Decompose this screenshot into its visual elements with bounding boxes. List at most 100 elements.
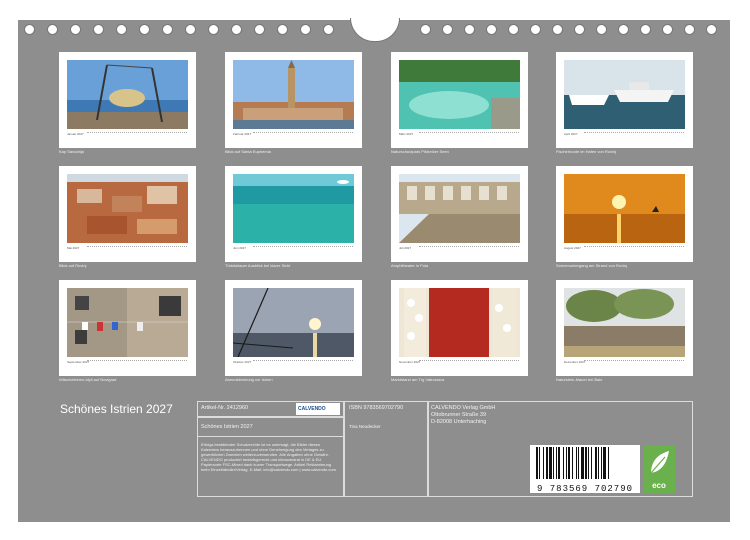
barcode-bar bbox=[608, 447, 609, 479]
caption-july: Amphitheater in Pula bbox=[391, 263, 429, 268]
binding-hole bbox=[116, 24, 127, 35]
barcode-bar bbox=[598, 447, 599, 479]
stone-wall-olive-image bbox=[564, 288, 685, 357]
leaf-icon bbox=[650, 451, 669, 474]
photo-june bbox=[233, 174, 354, 243]
binding-hole bbox=[70, 24, 81, 35]
caption-august: Sonnenuntergang am Strand von Rovinj bbox=[556, 263, 628, 268]
seaside-installation-image bbox=[67, 60, 188, 129]
photo-july bbox=[399, 174, 520, 243]
month-thumbnail-november: November 2027 bbox=[391, 280, 528, 376]
month-thumbnail-september: September 2027 bbox=[59, 280, 196, 376]
barcode-bar bbox=[566, 447, 567, 479]
green-lake-image bbox=[399, 60, 520, 129]
binding-hole bbox=[486, 24, 497, 35]
day-grid bbox=[87, 246, 187, 249]
month-thumbnail-october: Oktober 2027 bbox=[225, 280, 362, 376]
binding-hole bbox=[662, 24, 673, 35]
photo-march bbox=[399, 60, 520, 129]
month-label: Februar 2027 bbox=[233, 132, 252, 136]
barcode-bar bbox=[581, 447, 584, 479]
binding-hole bbox=[185, 24, 196, 35]
evening-sail-image bbox=[233, 288, 354, 357]
photo-april bbox=[564, 60, 685, 129]
caption-november: Marktstand am Trg Vatroslava bbox=[391, 377, 445, 382]
month-thumbnail-march: März 2027 bbox=[391, 52, 528, 148]
caption-february: Blick auf Santa Euphemia bbox=[225, 149, 271, 154]
photo-august bbox=[564, 174, 685, 243]
binding-hole bbox=[464, 24, 475, 35]
rooftops-image bbox=[67, 174, 188, 243]
publisher-name: CALVENDO Verlag GmbH bbox=[431, 405, 496, 411]
binding-hole bbox=[552, 24, 563, 35]
barcode-bar bbox=[558, 447, 560, 479]
month-label: April 2027 bbox=[564, 132, 578, 136]
day-grid bbox=[419, 360, 519, 363]
laundry-house-image bbox=[67, 288, 188, 357]
month-thumbnail-june: Juni 2027 bbox=[225, 166, 362, 262]
day-grid bbox=[584, 132, 684, 135]
barcode-bar bbox=[549, 447, 552, 479]
day-grid bbox=[253, 246, 353, 249]
binding-hole bbox=[618, 24, 629, 35]
month-thumbnail-february: Februar 2027 bbox=[225, 52, 362, 148]
calvendo-logo: CALVENDO bbox=[296, 403, 340, 415]
month-label: September 2027 bbox=[67, 360, 90, 364]
caption-october: Abendstimmung vor Istrien bbox=[225, 377, 273, 382]
month-thumbnail-december: Dezember 2027 bbox=[556, 280, 693, 376]
caption-september: Wäscheleinen-Idyll auf Novigrad bbox=[59, 377, 117, 382]
month-label: März 2027 bbox=[399, 132, 414, 136]
eco-label: eco bbox=[652, 481, 666, 490]
binding-hole bbox=[684, 24, 695, 35]
barcode-bar bbox=[553, 447, 554, 479]
barcode-bar bbox=[572, 447, 573, 479]
binding-hole bbox=[420, 24, 431, 35]
garlic-chili-market-image bbox=[399, 288, 520, 357]
binding-hole bbox=[47, 24, 58, 35]
day-grid bbox=[253, 132, 353, 135]
barcode-bar bbox=[585, 447, 587, 479]
barcode-bar bbox=[591, 447, 592, 479]
turquoise-sea-image bbox=[233, 174, 354, 243]
barcode-bar bbox=[568, 447, 570, 479]
month-label: Oktober 2027 bbox=[233, 360, 252, 364]
binding-hole bbox=[596, 24, 607, 35]
binding-hole bbox=[24, 24, 35, 35]
day-grid bbox=[87, 132, 187, 135]
caption-june: Türkisblauer Ausblick bei klarer Sicht bbox=[225, 263, 291, 268]
month-label: Mai 2027 bbox=[67, 246, 80, 250]
month-label: Juli 2027 bbox=[399, 246, 412, 250]
barcode-bar bbox=[556, 447, 557, 479]
barcode-number: 9 783569 702790 bbox=[536, 484, 633, 494]
publisher-city: D-82008 Unterhaching bbox=[431, 419, 487, 425]
month-thumbnail-may: Mai 2027 bbox=[59, 166, 196, 262]
day-grid bbox=[584, 246, 684, 249]
barcode-bar bbox=[603, 447, 606, 479]
caption-april: Fischerboote im Hafen von Rovinj bbox=[556, 149, 617, 154]
photo-september bbox=[67, 288, 188, 357]
photo-november bbox=[399, 288, 520, 357]
barcode-bar bbox=[546, 447, 548, 479]
barcode-bar bbox=[588, 447, 589, 479]
calendar-title: Schönes Istrien 2027 bbox=[60, 402, 173, 416]
barcode-bar bbox=[539, 447, 540, 479]
photo-january bbox=[67, 60, 188, 129]
binding-hole bbox=[574, 24, 585, 35]
binding-hole bbox=[323, 24, 334, 35]
binding-hole bbox=[442, 24, 453, 35]
binding-hole bbox=[277, 24, 288, 35]
binding-hole bbox=[706, 24, 717, 35]
photo-october bbox=[233, 288, 354, 357]
month-label: Dezember 2027 bbox=[564, 360, 586, 364]
photo-february bbox=[233, 60, 354, 129]
isbn-box bbox=[344, 401, 428, 497]
binding-hole bbox=[208, 24, 219, 35]
barcode-bar bbox=[563, 447, 564, 479]
month-thumbnail-january: Januar 2027 bbox=[59, 52, 196, 148]
barcode-bar bbox=[536, 447, 538, 479]
month-thumbnail-july: Juli 2027 bbox=[391, 166, 528, 262]
barcode-bar bbox=[595, 447, 597, 479]
barcode-bars bbox=[536, 447, 609, 479]
harbor-boats-image bbox=[564, 60, 685, 129]
month-label: August 2027 bbox=[564, 246, 581, 250]
